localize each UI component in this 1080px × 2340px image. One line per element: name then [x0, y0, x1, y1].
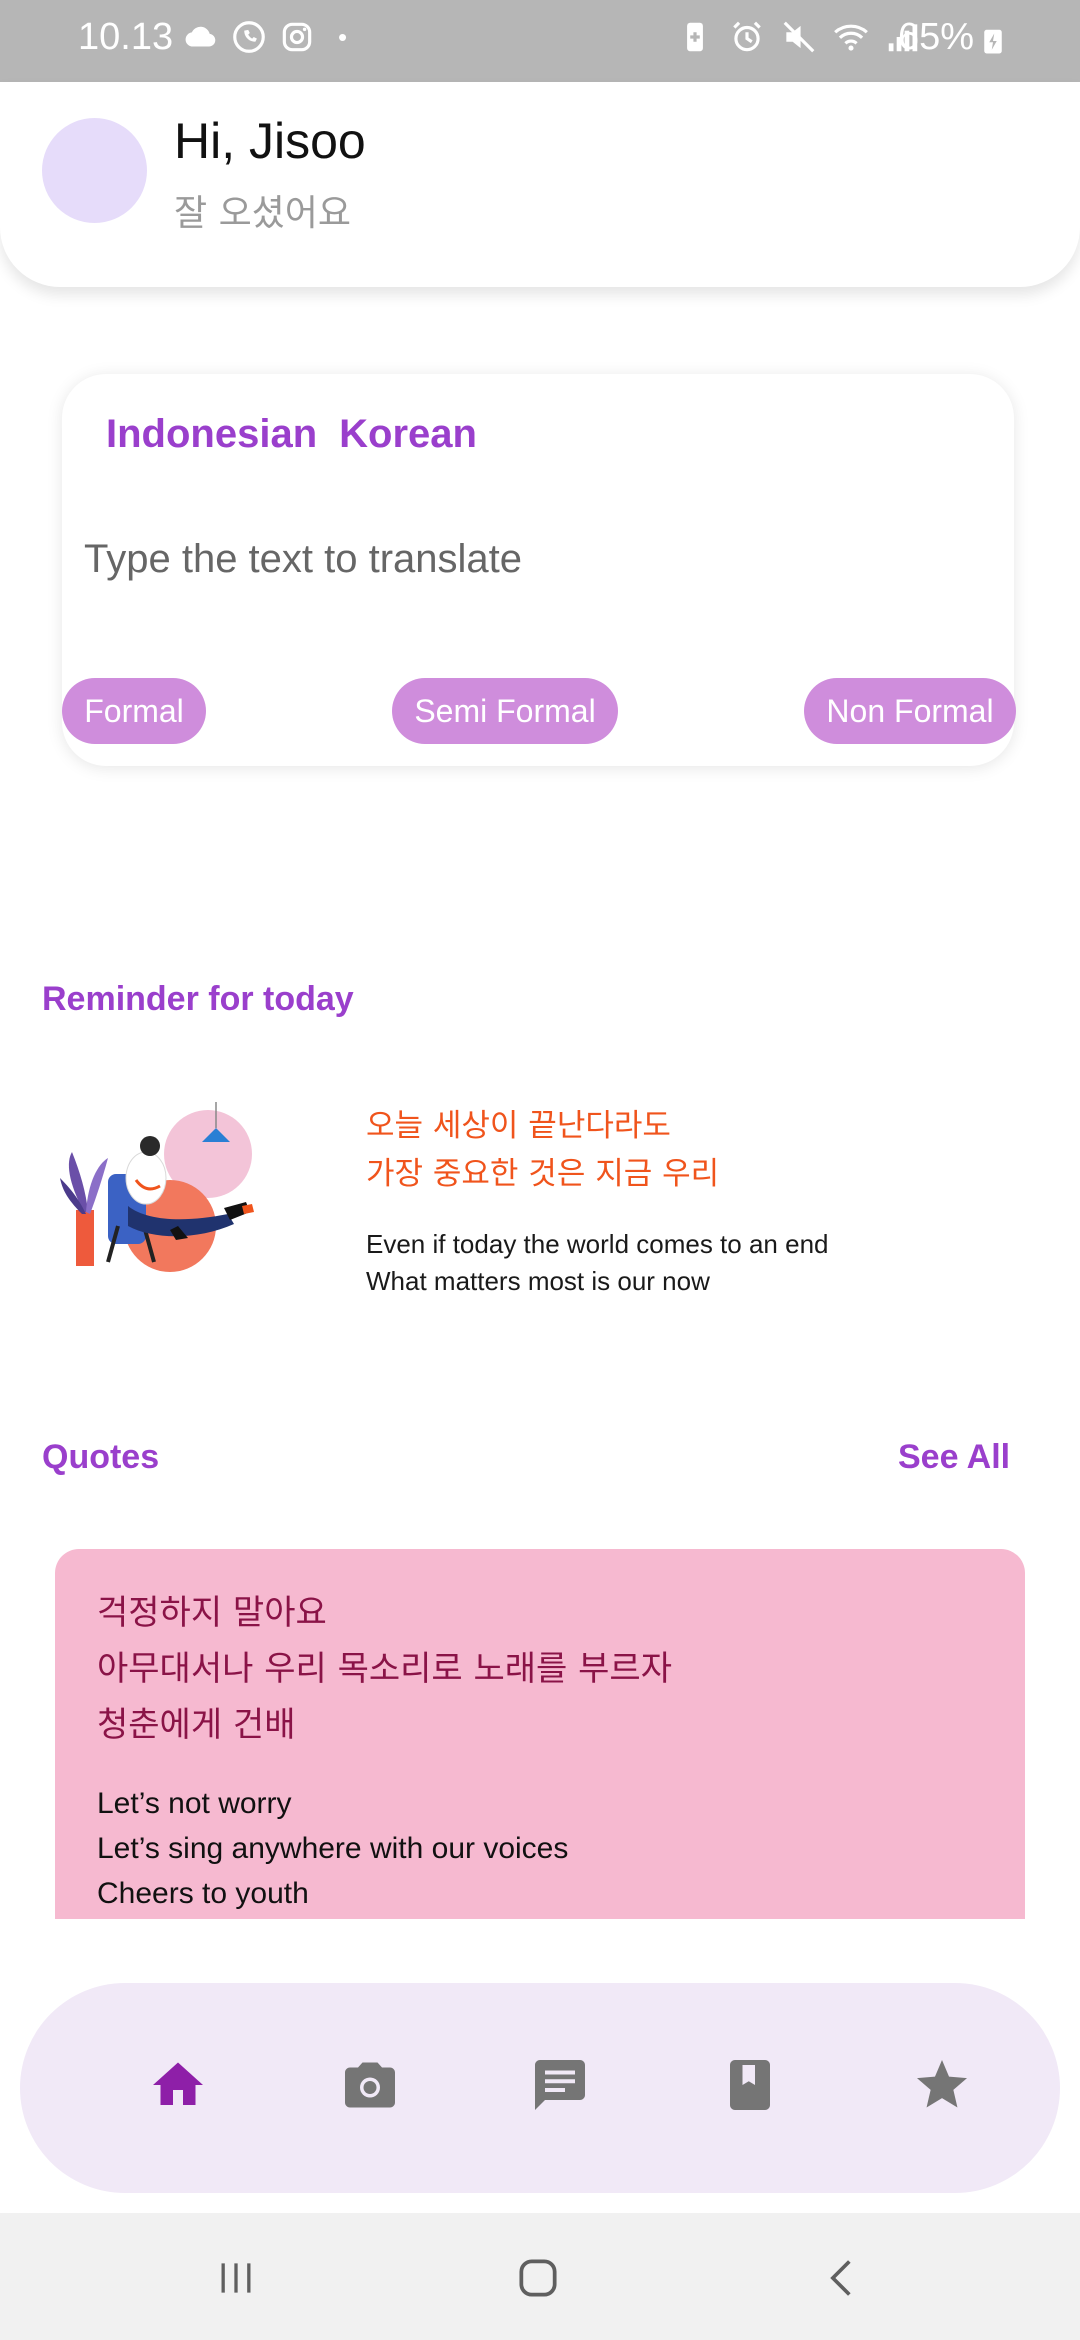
- greeting-subtitle: 잘 오셨어요: [174, 193, 352, 234]
- wifi-icon: [834, 24, 868, 51]
- book-icon: [730, 2060, 770, 2110]
- mute-icon: [783, 21, 815, 53]
- nav-favorites[interactable]: [902, 2045, 982, 2125]
- star-icon: [917, 2060, 967, 2108]
- nav-chat[interactable]: [520, 2045, 600, 2125]
- quote-korean-line: 걱정하지 말아요: [97, 1593, 327, 1633]
- reminder-korean-line-1: 오늘 세상이 끝난다라도: [366, 1108, 671, 1144]
- quotes-title: Quotes: [42, 1438, 160, 1476]
- semi-formal-chip[interactable]: Semi Formal: [392, 678, 618, 744]
- back-button[interactable]: [812, 2253, 872, 2303]
- quote-english-line: Let’s sing anywhere with our voices: [97, 1832, 569, 1865]
- recent-apps-icon: [221, 2263, 251, 2293]
- reminder-english-text: Even if today the world comes to an end …: [366, 1226, 829, 1300]
- home-button[interactable]: [508, 2253, 568, 2303]
- reading-person-illustration: [60, 1102, 254, 1272]
- greeting-title: Hi, Jisoo: [174, 113, 366, 169]
- reminder-title: Reminder for today: [42, 980, 354, 1018]
- nav-camera[interactable]: [330, 2045, 410, 2125]
- notification-dot: •: [338, 21, 348, 52]
- recent-apps-button[interactable]: [206, 2253, 266, 2303]
- formal-chip[interactable]: Formal: [62, 678, 206, 744]
- nav-home[interactable]: [138, 2045, 218, 2125]
- greeting-header: Hi, Jisoo 잘 오셨어요: [0, 82, 1080, 287]
- language-selector: Indonesian Korean: [106, 412, 477, 457]
- quote-english-text: Let’s not worry Let’s sing anywhere with…: [97, 1781, 568, 1916]
- reminder-english-line-2: What matters most is our now: [366, 1266, 710, 1296]
- reminder-english-line-1: Even if today the world comes to an end: [366, 1229, 829, 1259]
- home-icon: [153, 2062, 203, 2105]
- reminder-korean-text: 오늘 세상이 끝난다라도 가장 중요한 것은 지금 우리: [366, 1102, 719, 1198]
- battery-saver-icon: [687, 22, 703, 52]
- nav-book[interactable]: [710, 2045, 790, 2125]
- translate-card: Indonesian Korean Formal Semi Formal Non…: [62, 374, 1016, 766]
- home-circle-icon: [519, 2259, 557, 2297]
- chat-icon: [535, 2060, 585, 2110]
- source-language[interactable]: Indonesian: [106, 412, 317, 457]
- non-formal-chip[interactable]: Non Formal: [804, 678, 1016, 744]
- status-time: 10.13: [78, 16, 174, 58]
- cloud-icon: [185, 26, 216, 47]
- charging-icon: [984, 29, 1002, 54]
- battery-level: 65%: [898, 16, 975, 58]
- reminder-korean-line-2: 가장 중요한 것은 지금 우리: [366, 1156, 720, 1192]
- quote-korean-line: 청춘에게 건배: [97, 1705, 296, 1745]
- quote-korean-text: 걱정하지 말아요 아무대서나 우리 목소리로 노래를 부르자 청춘에게 건배: [97, 1585, 672, 1753]
- bottom-navigation: [20, 1983, 1060, 2193]
- target-language[interactable]: Korean: [339, 412, 477, 457]
- status-bar: 10.13 • 65%: [0, 0, 1080, 82]
- whatsapp-icon: [233, 21, 265, 53]
- back-icon: [830, 2260, 851, 2296]
- system-navigation-bar: [0, 2213, 1080, 2340]
- see-all-link[interactable]: See All: [898, 1438, 1010, 1477]
- camera-icon: [345, 2062, 395, 2108]
- instagram-icon: [282, 22, 312, 52]
- quote-korean-line: 아무대서나 우리 목소리로 노래를 부르자: [97, 1649, 672, 1689]
- alarm-icon: [733, 21, 761, 52]
- quote-english-line: Cheers to youth: [97, 1877, 309, 1910]
- translate-input[interactable]: [84, 524, 984, 594]
- quote-english-line: Let’s not worry: [97, 1787, 292, 1820]
- quote-card[interactable]: 걱정하지 말아요 아무대서나 우리 목소리로 노래를 부르자 청춘에게 건배 L…: [55, 1549, 1025, 1919]
- avatar[interactable]: [42, 118, 147, 223]
